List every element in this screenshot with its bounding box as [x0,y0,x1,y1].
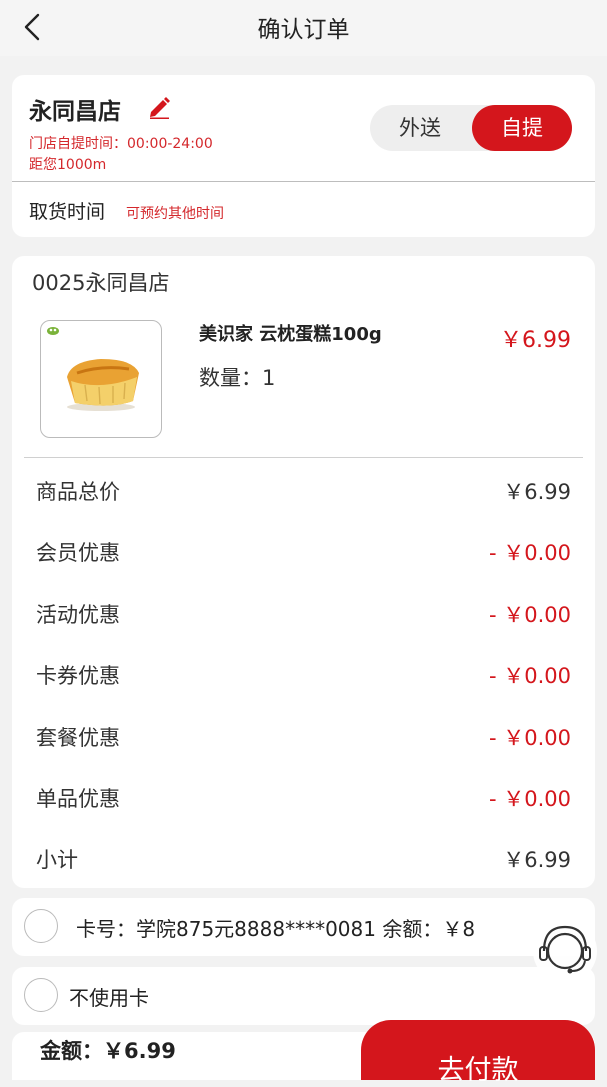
summary-label: 活动优惠 [36,603,120,627]
product-price: ￥6.99 [500,328,571,353]
summary-row-combo-discount: 套餐优惠 - ￥0.00 [36,722,571,752]
pickup-time-hint[interactable]: 可预约其他时间 [126,203,224,223]
order-card: 0025永同昌店 美识家 云枕蛋糕100g 数量：1 ￥6.99 商品总价 ￥6… [12,256,595,888]
no-card-option-radio[interactable] [24,978,58,1012]
store-pickup-hours: 门店自提时间：00:00-24:00 [29,136,213,152]
store-card: 永同昌店 门店自提时间：00:00-24:00 距您1000m 外送 自提 取货… [12,75,595,237]
store-distance: 距您1000m [29,157,107,173]
divider [12,181,595,182]
card-option-radio[interactable] [24,909,58,943]
summary-value: - ￥0.00 [488,787,571,811]
summary-row-promo-discount: 活动优惠 - ￥0.00 [36,599,571,629]
summary-value: - ￥0.00 [488,726,571,750]
summary-row-coupon-discount: 卡券优惠 - ￥0.00 [36,660,571,690]
summary-row-total: 商品总价 ￥6.99 [36,476,571,506]
product-image [40,320,162,438]
summary-label: 套餐优惠 [36,726,120,750]
store-name: 永同昌店 [29,99,121,125]
summary-value: - ￥0.00 [488,541,571,565]
summary-value: ￥6.99 [503,848,571,872]
delivery-option[interactable]: 外送 [370,105,470,151]
pickup-time-label[interactable]: 取货时间 [29,197,105,224]
page-title: 确认订单 [257,17,350,43]
summary-label: 卡券优惠 [36,664,120,688]
summary-label: 商品总价 [36,480,120,504]
summary-row-subtotal: 小计 ￥6.99 [36,844,571,874]
card-option-label: 卡号：学院875元8888****0081 余额：￥8 [76,917,476,941]
top-bar: 确认订单 [0,0,607,56]
summary-value: - ￥0.00 [488,664,571,688]
no-card-option-label: 不使用卡 [69,986,149,1010]
pay-button[interactable]: 去付款 [361,1020,595,1086]
edit-pencil-icon[interactable] [146,93,172,119]
card-payment-option[interactable]: 卡号：学院875元8888****0081 余额：￥8 [12,898,595,956]
brand-badge-icon [47,327,59,335]
delivery-mode-toggle: 外送 自提 [370,105,572,151]
no-card-payment-option[interactable]: 不使用卡 [12,967,595,1025]
summary-row-member-discount: 会员优惠 - ￥0.00 [36,537,571,567]
summary-label: 会员优惠 [36,541,120,565]
product-quantity: 数量：1 [199,366,276,390]
order-store-code: 0025永同昌店 [32,271,170,295]
customer-service-headset-icon[interactable] [528,913,598,987]
pickup-option[interactable]: 自提 [472,105,572,151]
divider [24,457,583,458]
product-name: 美识家 云枕蛋糕100g [199,324,382,345]
summary-value: - ￥0.00 [488,603,571,627]
summary-value: ￥6.99 [503,480,571,504]
total-amount: 金额：￥6.99 [40,1039,176,1063]
summary-label: 单品优惠 [36,787,120,811]
summary-row-item-discount: 单品优惠 - ￥0.00 [36,783,571,813]
summary-label: 小计 [36,848,78,872]
